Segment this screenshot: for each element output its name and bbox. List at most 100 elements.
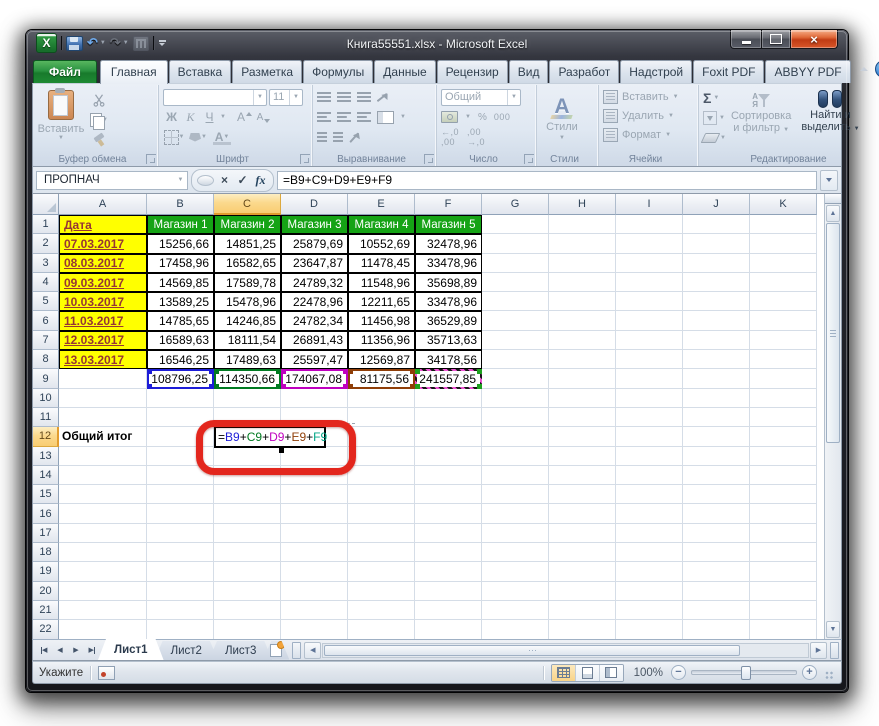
row-header-4[interactable]: 4 <box>33 273 59 292</box>
cell-E18[interactable] <box>348 543 415 562</box>
row-header-1[interactable]: 1 <box>33 215 59 234</box>
cell-H6[interactable] <box>549 311 616 330</box>
cell-H5[interactable] <box>549 292 616 311</box>
accounting-format-icon[interactable] <box>441 111 458 123</box>
cell-J6[interactable] <box>683 311 750 330</box>
cell-A7[interactable]: 12.03.2017 <box>59 331 147 350</box>
font-size-combo[interactable]: 11▼ <box>269 89 303 106</box>
format-cells-button[interactable]: Формат▼ <box>603 125 695 144</box>
column-header-F[interactable]: F <box>415 194 482 215</box>
column-header-B[interactable]: B <box>147 194 214 215</box>
cell-E12[interactable] <box>348 427 415 446</box>
cell-D22[interactable] <box>281 620 348 639</box>
cell-H11[interactable] <box>549 408 616 427</box>
cell-H10[interactable] <box>549 389 616 408</box>
row-header-12[interactable]: 12 <box>33 427 59 446</box>
cell-G1[interactable] <box>482 215 549 234</box>
cell-E9[interactable]: 81175,56 <box>348 369 415 388</box>
alignment-dialog-launcher[interactable] <box>424 154 434 164</box>
column-header-D[interactable]: D <box>281 194 348 215</box>
borders-button[interactable]: ▼ <box>163 129 185 146</box>
cell-F14[interactable] <box>415 466 482 485</box>
cell-C5[interactable]: 15478,96 <box>214 292 281 311</box>
cell-D3[interactable]: 23647,87 <box>281 254 348 273</box>
cell-E16[interactable] <box>348 504 415 523</box>
row-header-17[interactable]: 17 <box>33 524 59 543</box>
fill-color-button[interactable]: ▼ <box>187 129 209 146</box>
cell-D2[interactable]: 25879,69 <box>281 234 348 253</box>
shrink-font-button[interactable]: А <box>255 109 272 126</box>
cell-B7[interactable]: 16589,63 <box>147 331 214 350</box>
cell-C19[interactable] <box>214 562 281 581</box>
cell-I9[interactable] <box>616 369 683 388</box>
cell-A4[interactable]: 09.03.2017 <box>59 273 147 292</box>
cell-H12[interactable] <box>549 427 616 446</box>
sheet-tab-лист3[interactable]: Лист3 <box>209 641 272 660</box>
cell-K6[interactable] <box>750 311 817 330</box>
cell-J9[interactable] <box>683 369 750 388</box>
cell-I12[interactable] <box>616 427 683 446</box>
cell-H8[interactable] <box>549 350 616 369</box>
cell-D7[interactable]: 26891,43 <box>281 331 348 350</box>
column-header-J[interactable]: J <box>683 194 750 215</box>
comma-style-button[interactable]: 000 <box>494 112 511 122</box>
cell-D8[interactable]: 25597,47 <box>281 350 348 369</box>
cell-K12[interactable] <box>750 427 817 446</box>
cell-K2[interactable] <box>750 234 817 253</box>
merge-center-icon[interactable] <box>377 111 394 124</box>
sheet-tab-лист2[interactable]: Лист2 <box>155 641 218 660</box>
cell-A2[interactable]: 07.03.2017 <box>59 234 147 253</box>
cell-A1[interactable]: Дата <box>59 215 147 234</box>
cell-F1[interactable]: Магазин 5 <box>415 215 482 234</box>
cell-B21[interactable] <box>147 601 214 620</box>
row-header-11[interactable]: 11 <box>33 408 59 427</box>
row-header-22[interactable]: 22 <box>33 620 59 639</box>
cell-F2[interactable]: 32478,96 <box>415 234 482 253</box>
cell-A22[interactable] <box>59 620 147 639</box>
cell-H16[interactable] <box>549 504 616 523</box>
tab-вид[interactable]: Вид <box>509 60 549 83</box>
paste-button[interactable]: Вставить ▼ <box>37 87 85 156</box>
font-color-button[interactable]: А▼ <box>211 129 233 146</box>
cell-G18[interactable] <box>482 543 549 562</box>
cell-I2[interactable] <box>616 234 683 253</box>
percent-style-button[interactable]: % <box>478 112 487 123</box>
cell-J11[interactable] <box>683 408 750 427</box>
cell-K21[interactable] <box>750 601 817 620</box>
zoom-out-icon[interactable]: − <box>671 665 686 680</box>
cell-A14[interactable] <box>59 466 147 485</box>
row-header-8[interactable]: 8 <box>33 350 59 369</box>
cell-I15[interactable] <box>616 485 683 504</box>
cell-K16[interactable] <box>750 504 817 523</box>
cell-E13[interactable] <box>348 447 415 466</box>
customize-qat-icon[interactable] <box>159 40 166 46</box>
cell-J3[interactable] <box>683 254 750 273</box>
horizontal-scroll-thumb[interactable] <box>324 645 740 656</box>
cell-G15[interactable] <box>482 485 549 504</box>
row-header-18[interactable]: 18 <box>33 543 59 562</box>
cell-J8[interactable] <box>683 350 750 369</box>
cell-B2[interactable]: 15256,66 <box>147 234 214 253</box>
cell-B18[interactable] <box>147 543 214 562</box>
italic-button[interactable]: К <box>182 109 199 126</box>
align-bottom-icon[interactable] <box>357 92 371 103</box>
cell-K7[interactable] <box>750 331 817 350</box>
cell-I11[interactable] <box>616 408 683 427</box>
cell-B12[interactable] <box>147 427 214 446</box>
cell-G6[interactable] <box>482 311 549 330</box>
undo-dropdown-icon[interactable]: ▼ <box>100 40 106 46</box>
underline-button[interactable]: Ч <box>201 109 218 126</box>
cell-I22[interactable] <box>616 620 683 639</box>
cell-G3[interactable] <box>482 254 549 273</box>
cell-D16[interactable] <box>281 504 348 523</box>
cell-F12[interactable] <box>415 427 482 446</box>
number-dialog-launcher[interactable] <box>524 154 534 164</box>
cell-F9[interactable]: 241557,85 <box>415 369 482 388</box>
enter-button[interactable]: ✓ <box>235 173 250 188</box>
format-painter-button[interactable] <box>87 131 111 149</box>
scroll-up-icon[interactable]: ▲ <box>826 205 840 222</box>
cell-H22[interactable] <box>549 620 616 639</box>
cell-E21[interactable] <box>348 601 415 620</box>
cell-G12[interactable] <box>482 427 549 446</box>
cell-H20[interactable] <box>549 582 616 601</box>
